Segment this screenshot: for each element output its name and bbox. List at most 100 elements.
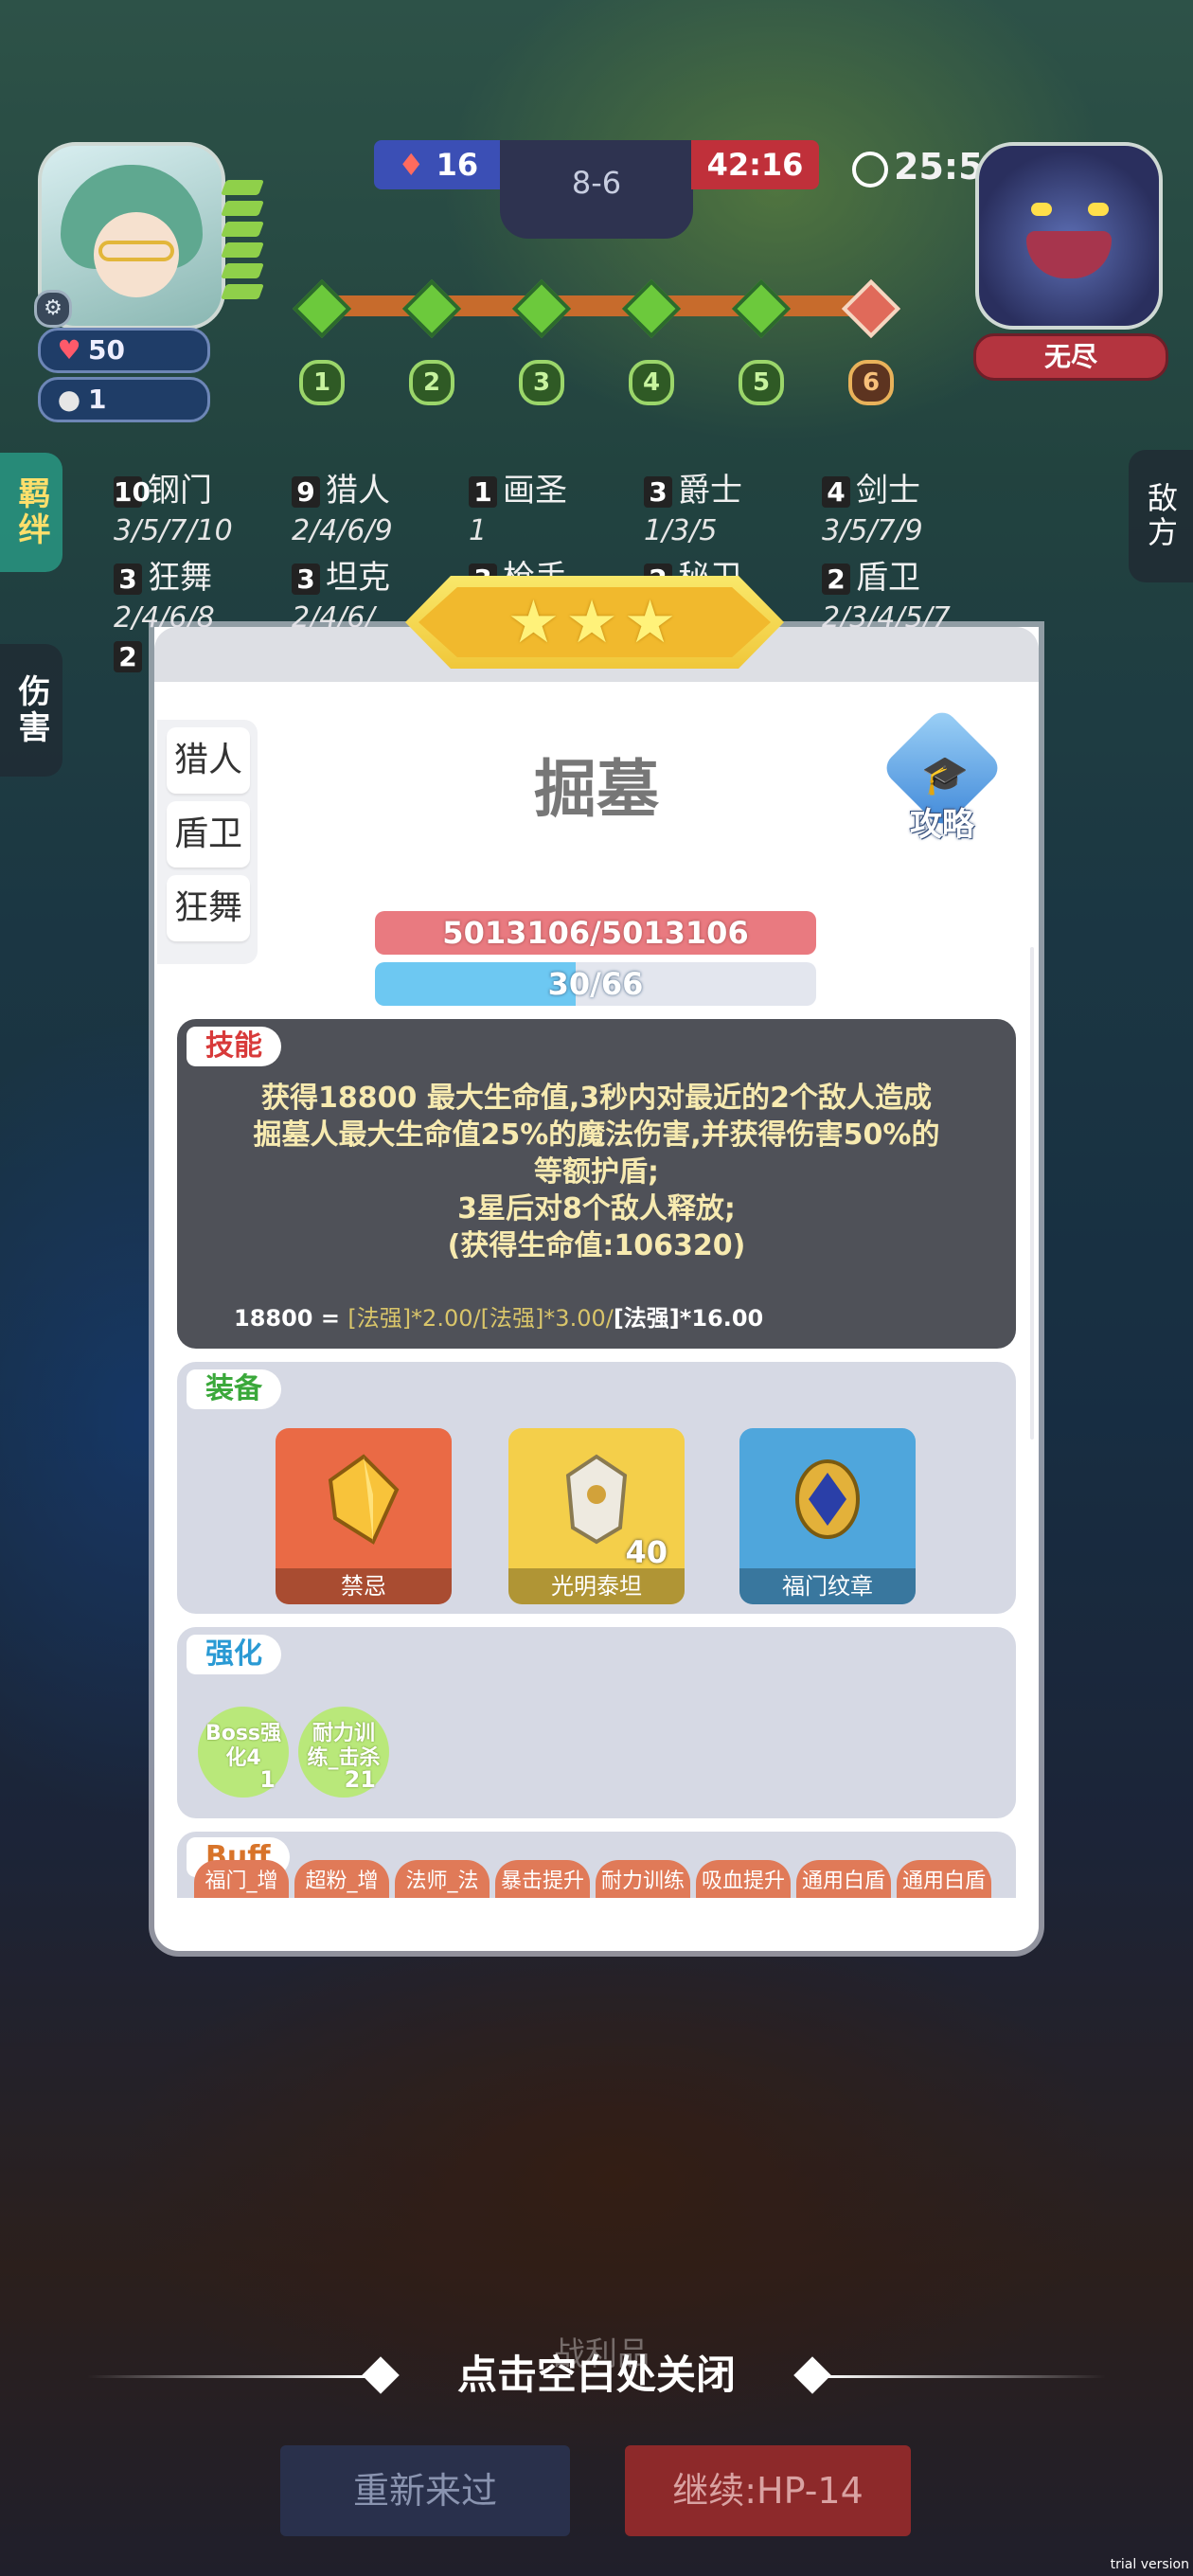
skill-section-label: 技能: [187, 1027, 281, 1066]
retry-button[interactable]: 重新来过: [280, 2445, 570, 2536]
synergy-tiers: 1: [469, 514, 488, 547]
round-indicator: 8-6: [500, 140, 693, 239]
equipment-level: 40: [625, 1534, 668, 1570]
formula-part-a: [法强]*2.00/[法强]*3.00/: [347, 1305, 614, 1332]
synergy-item[interactable]: 2 盾卫 2/3/4/5/7: [822, 551, 992, 635]
continue-button[interactable]: 继续:HP-14: [625, 2445, 911, 2536]
equipment-name: 福门纹章: [739, 1568, 916, 1604]
buff-chip[interactable]: 法师_法: [395, 1860, 490, 1898]
hero-hp-text: 5013106/5013106: [442, 915, 749, 951]
tab-enemy[interactable]: 敌方: [1129, 450, 1193, 582]
trial-watermark: trial version: [1110, 2557, 1189, 2572]
heart-icon: ♥: [57, 334, 81, 366]
player-hp-pill: ♥ 50: [38, 328, 210, 373]
synergy-count: 2: [114, 641, 142, 672]
synergy-name: 坦克: [326, 559, 390, 597]
stage-label: 3: [519, 360, 564, 405]
timer-value: 25:5: [894, 146, 984, 188]
tab-synergy[interactable]: 羁绊: [0, 453, 62, 572]
synergy-item[interactable]: 1 画圣 1: [469, 464, 639, 547]
hero-synergy-tabs: 猎人 盾卫 狂舞: [157, 720, 258, 964]
enhance-chip[interactable]: Boss强化4 1: [198, 1707, 289, 1798]
hero-tab-dancer[interactable]: 狂舞: [167, 875, 250, 941]
enemy-mode-label: 无尽: [1043, 341, 1097, 372]
flame-icon: ♦: [397, 147, 425, 183]
synergy-count: 10: [114, 476, 151, 508]
synergy-tiers: 2/4/6/9: [292, 514, 393, 547]
enhance-chip[interactable]: 耐力训练_击杀 21: [298, 1707, 389, 1798]
hero-mana-text: 30/66: [547, 966, 644, 1002]
synergy-name: 钢门: [148, 472, 212, 510]
graduation-cap-icon: 🎓: [921, 754, 969, 797]
synergy-name: 爵士: [678, 472, 742, 510]
divider-left: [87, 2375, 371, 2378]
enhance-name: 耐力训练_击杀: [307, 1722, 381, 1770]
enhance-name: Boss强化4: [205, 1722, 282, 1770]
equipment-name: 光明泰坦: [508, 1568, 685, 1604]
modal-scrollbar[interactable]: [1030, 947, 1034, 1440]
synergy-count: 4: [822, 476, 850, 508]
settings-gear-icon[interactable]: ⚙: [34, 290, 72, 328]
synergy-count: 9: [292, 476, 320, 508]
synergy-tiers: 3/5/7/9: [822, 514, 923, 547]
equipment-item[interactable]: 40 光明泰坦: [508, 1428, 685, 1604]
tap-to-close-hint[interactable]: 点击空白处关闭: [445, 2347, 748, 2404]
equipment-item[interactable]: 禁忌: [276, 1428, 452, 1604]
enhance-count: 21: [344, 1766, 376, 1793]
stage-label: 6: [848, 360, 894, 405]
buff-chip[interactable]: 超粉_增: [294, 1860, 389, 1898]
hero-hp-bar: 5013106/5013106: [375, 911, 816, 955]
skill-formula: 18800 = [法强]*2.00/[法强]*3.00/[法强]*16.00: [234, 1299, 763, 1333]
formula-part-b: [法强]*16.00: [613, 1305, 764, 1332]
synergy-item[interactable]: 10钢门 3/5/7/10: [114, 464, 284, 547]
synergy-item[interactable]: 4 剑士 3/5/7/9: [822, 464, 992, 547]
skill-description: 获得18800 最大生命值,3秒内对最近的2个敌人造成 掘墓人最大生命值25%的…: [205, 1080, 988, 1264]
team-score-right: 42:16: [691, 140, 819, 189]
enemy-avatar[interactable]: [975, 142, 1163, 330]
armor-icon: [565, 1454, 628, 1545]
buff-chip[interactable]: 福门_增: [194, 1860, 289, 1898]
synergy-item[interactable]: 9 猎人 2/4/6/9: [292, 464, 462, 547]
clock-icon: [852, 151, 888, 188]
enhance-count: 1: [259, 1766, 276, 1793]
buff-chip[interactable]: 暴击提升: [495, 1860, 590, 1898]
skill-section: 技能 获得18800 最大生命值,3秒内对最近的2个敌人造成 掘墓人最大生命值2…: [177, 1019, 1016, 1349]
equipment-item[interactable]: 福门纹章: [739, 1428, 916, 1604]
buff-chip[interactable]: 吸血提升: [696, 1860, 791, 1898]
equipment-section-label: 装备: [187, 1369, 281, 1409]
synergy-count: 3: [644, 476, 672, 508]
score-right-value: 42:16: [706, 147, 804, 183]
buff-chip[interactable]: 耐力训练: [596, 1860, 690, 1898]
hero-tab-guard[interactable]: 盾卫: [167, 801, 250, 868]
skill-line: 等额护盾;: [534, 1155, 659, 1189]
synergy-count: 2: [822, 564, 850, 595]
buff-section: Buff 福门_增 超粉_增 法师_法 暴击提升 耐力训练 吸血提升 通用白盾 …: [177, 1832, 1016, 1898]
synergy-item[interactable]: 3 爵士 1/3/5: [644, 464, 814, 547]
emblem-icon: [795, 1459, 860, 1539]
hero-name: 掘墓: [534, 753, 659, 826]
synergy-count: 3: [292, 564, 320, 595]
skill-line: 掘墓人最大生命值25%的魔法伤害,并获得伤害50%的: [253, 1118, 940, 1152]
strategy-button[interactable]: 🎓 攻略: [880, 706, 1005, 844]
stage-label: 1: [299, 360, 345, 405]
synergy-tiers: 1/3/5: [644, 514, 718, 547]
equipment-section: 装备 禁忌 40 光明泰坦 福门纹章: [177, 1362, 1016, 1614]
skill-line: (获得生命值:106320): [447, 1229, 746, 1262]
strategy-label: 攻略: [910, 806, 974, 844]
synergy-name: 狂舞: [148, 559, 212, 597]
equipment-name: 禁忌: [276, 1568, 452, 1604]
buff-chip[interactable]: 通用白盾: [796, 1860, 891, 1898]
tab-damage[interactable]: 伤害: [0, 644, 62, 777]
star-rating: ★★★: [418, 587, 771, 657]
formula-head: 18800 =: [234, 1305, 348, 1332]
synergy-count: 3: [114, 564, 142, 595]
synergy-item[interactable]: 3 狂舞 2/4/6/8: [114, 551, 284, 635]
player-coin-pill: ● 1: [38, 377, 210, 422]
divider-right: [822, 2375, 1106, 2378]
enhance-section-label: 强化: [187, 1635, 281, 1674]
synergy-name: 剑士: [856, 472, 920, 510]
hero-tab-hunter[interactable]: 猎人: [167, 727, 250, 794]
buff-chip[interactable]: 通用白盾: [897, 1860, 991, 1898]
enhance-section: 强化 Boss强化4 1 耐力训练_击杀 21: [177, 1627, 1016, 1818]
hero-mana-bar: 30/66: [375, 962, 816, 1006]
